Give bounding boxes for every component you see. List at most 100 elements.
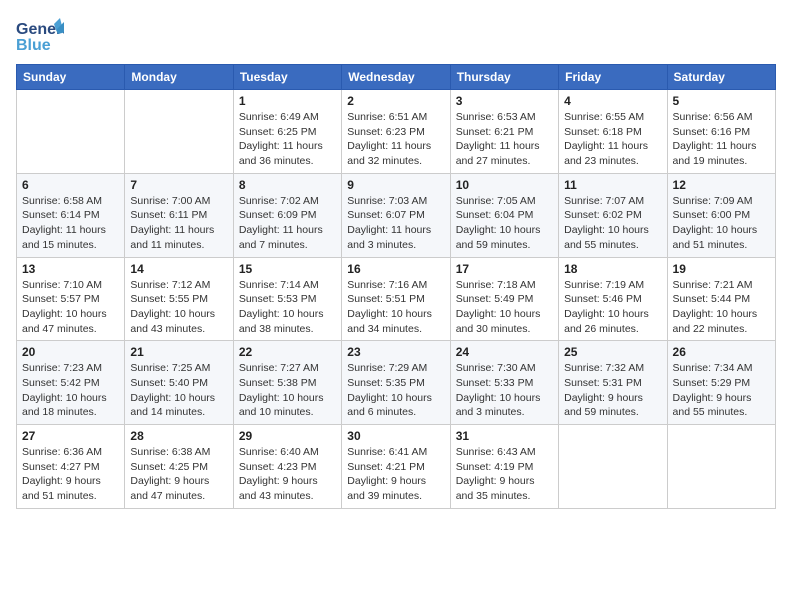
day-number: 15 [239, 262, 336, 276]
day-number: 14 [130, 262, 227, 276]
day-number: 1 [239, 94, 336, 108]
day-info: Sunrise: 6:40 AM Sunset: 4:23 PM Dayligh… [239, 445, 336, 504]
svg-text:Blue: Blue [16, 37, 51, 54]
header: General Blue [16, 16, 776, 56]
day-info: Sunrise: 7:25 AM Sunset: 5:40 PM Dayligh… [130, 361, 227, 420]
day-info: Sunrise: 6:38 AM Sunset: 4:25 PM Dayligh… [130, 445, 227, 504]
day-number: 16 [347, 262, 444, 276]
day-info: Sunrise: 7:23 AM Sunset: 5:42 PM Dayligh… [22, 361, 119, 420]
day-number: 28 [130, 429, 227, 443]
week-row-2: 6 Sunrise: 6:58 AM Sunset: 6:14 PM Daylig… [17, 173, 776, 257]
day-cell: 1 Sunrise: 6:49 AM Sunset: 6:25 PM Daylig… [233, 90, 341, 174]
day-cell: 7 Sunrise: 7:00 AM Sunset: 6:11 PM Daylig… [125, 173, 233, 257]
day-info: Sunrise: 7:00 AM Sunset: 6:11 PM Dayligh… [130, 194, 227, 253]
day-number: 31 [456, 429, 553, 443]
day-cell: 31Sunrise: 6:43 AM Sunset: 4:19 PM Dayli… [450, 425, 558, 509]
day-cell: 27Sunrise: 6:36 AM Sunset: 4:27 PM Dayli… [17, 425, 125, 509]
day-info: Sunrise: 7:18 AM Sunset: 5:49 PM Dayligh… [456, 278, 553, 337]
day-number: 2 [347, 94, 444, 108]
day-number: 4 [564, 94, 661, 108]
day-cell: 25 Sunrise: 7:32 AM Sunset: 5:31 PM Dayli… [559, 341, 667, 425]
day-number: 21 [130, 345, 227, 359]
header-sunday: Sunday [17, 65, 125, 90]
header-wednesday: Wednesday [342, 65, 450, 90]
day-number: 29 [239, 429, 336, 443]
day-number: 24 [456, 345, 553, 359]
day-info: Sunrise: 7:12 AM Sunset: 5:55 PM Dayligh… [130, 278, 227, 337]
day-number: 27 [22, 429, 119, 443]
day-number: 19 [673, 262, 770, 276]
day-info: Sunrise: 6:49 AM Sunset: 6:25 PM Dayligh… [239, 110, 336, 169]
day-cell: 17 Sunrise: 7:18 AM Sunset: 5:49 PM Dayli… [450, 257, 558, 341]
day-number: 8 [239, 178, 336, 192]
day-cell: 26Sunrise: 7:34 AM Sunset: 5:29 PM Dayli… [667, 341, 775, 425]
day-cell: 16 Sunrise: 7:16 AM Sunset: 5:51 PM Dayli… [342, 257, 450, 341]
day-number: 12 [673, 178, 770, 192]
day-cell: 6 Sunrise: 6:58 AM Sunset: 6:14 PM Daylig… [17, 173, 125, 257]
day-cell: 3Sunrise: 6:53 AM Sunset: 6:21 PM Daylig… [450, 90, 558, 174]
day-cell: 9 Sunrise: 7:03 AM Sunset: 6:07 PM Daylig… [342, 173, 450, 257]
day-number: 22 [239, 345, 336, 359]
day-number: 30 [347, 429, 444, 443]
day-cell: 12 Sunrise: 7:09 AM Sunset: 6:00 PM Dayli… [667, 173, 775, 257]
day-number: 3 [456, 94, 553, 108]
day-info: Sunrise: 6:51 AM Sunset: 6:23 PM Dayligh… [347, 110, 444, 169]
day-number: 18 [564, 262, 661, 276]
day-cell [667, 425, 775, 509]
day-cell: 29 Sunrise: 6:40 AM Sunset: 4:23 PM Dayli… [233, 425, 341, 509]
day-cell [559, 425, 667, 509]
day-info: Sunrise: 6:58 AM Sunset: 6:14 PM Dayligh… [22, 194, 119, 253]
day-number: 17 [456, 262, 553, 276]
day-info: Sunrise: 6:41 AM Sunset: 4:21 PM Dayligh… [347, 445, 444, 504]
week-row-1: 1 Sunrise: 6:49 AM Sunset: 6:25 PM Daylig… [17, 90, 776, 174]
day-cell: 28 Sunrise: 6:38 AM Sunset: 4:25 PM Dayli… [125, 425, 233, 509]
day-number: 10 [456, 178, 553, 192]
day-info: Sunrise: 7:16 AM Sunset: 5:51 PM Dayligh… [347, 278, 444, 337]
day-cell: 11 Sunrise: 7:07 AM Sunset: 6:02 PM Dayli… [559, 173, 667, 257]
header-thursday: Thursday [450, 65, 558, 90]
day-number: 9 [347, 178, 444, 192]
day-number: 7 [130, 178, 227, 192]
day-cell: 20 Sunrise: 7:23 AM Sunset: 5:42 PM Dayli… [17, 341, 125, 425]
day-cell: 23 Sunrise: 7:29 AM Sunset: 5:35 PM Dayli… [342, 341, 450, 425]
day-info: Sunrise: 7:32 AM Sunset: 5:31 PM Dayligh… [564, 361, 661, 420]
logo-icon: General Blue [16, 16, 64, 56]
day-info: Sunrise: 7:10 AM Sunset: 5:57 PM Dayligh… [22, 278, 119, 337]
day-number: 23 [347, 345, 444, 359]
day-info: Sunrise: 7:34 AM Sunset: 5:29 PM Dayligh… [673, 361, 770, 420]
day-info: Sunrise: 7:02 AM Sunset: 6:09 PM Dayligh… [239, 194, 336, 253]
day-number: 5 [673, 94, 770, 108]
day-cell: 4Sunrise: 6:55 AM Sunset: 6:18 PM Daylig… [559, 90, 667, 174]
day-cell: 5Sunrise: 6:56 AM Sunset: 6:16 PM Daylig… [667, 90, 775, 174]
day-number: 11 [564, 178, 661, 192]
day-info: Sunrise: 7:21 AM Sunset: 5:44 PM Dayligh… [673, 278, 770, 337]
header-saturday: Saturday [667, 65, 775, 90]
day-cell [125, 90, 233, 174]
day-number: 6 [22, 178, 119, 192]
day-cell: 15 Sunrise: 7:14 AM Sunset: 5:53 PM Dayli… [233, 257, 341, 341]
day-cell: 22 Sunrise: 7:27 AM Sunset: 5:38 PM Dayli… [233, 341, 341, 425]
day-number: 20 [22, 345, 119, 359]
day-info: Sunrise: 7:19 AM Sunset: 5:46 PM Dayligh… [564, 278, 661, 337]
day-cell: 8 Sunrise: 7:02 AM Sunset: 6:09 PM Daylig… [233, 173, 341, 257]
header-tuesday: Tuesday [233, 65, 341, 90]
day-cell: 30 Sunrise: 6:41 AM Sunset: 4:21 PM Dayli… [342, 425, 450, 509]
day-cell [17, 90, 125, 174]
day-info: Sunrise: 7:14 AM Sunset: 5:53 PM Dayligh… [239, 278, 336, 337]
day-cell: 21 Sunrise: 7:25 AM Sunset: 5:40 PM Dayli… [125, 341, 233, 425]
day-number: 25 [564, 345, 661, 359]
day-cell: 2 Sunrise: 6:51 AM Sunset: 6:23 PM Daylig… [342, 90, 450, 174]
day-cell: 14 Sunrise: 7:12 AM Sunset: 5:55 PM Dayli… [125, 257, 233, 341]
day-cell: 10Sunrise: 7:05 AM Sunset: 6:04 PM Dayli… [450, 173, 558, 257]
day-number: 13 [22, 262, 119, 276]
week-row-5: 27Sunrise: 6:36 AM Sunset: 4:27 PM Dayli… [17, 425, 776, 509]
day-info: Sunrise: 7:03 AM Sunset: 6:07 PM Dayligh… [347, 194, 444, 253]
day-info: Sunrise: 7:09 AM Sunset: 6:00 PM Dayligh… [673, 194, 770, 253]
day-info: Sunrise: 7:29 AM Sunset: 5:35 PM Dayligh… [347, 361, 444, 420]
day-info: Sunrise: 7:27 AM Sunset: 5:38 PM Dayligh… [239, 361, 336, 420]
day-info: Sunrise: 7:07 AM Sunset: 6:02 PM Dayligh… [564, 194, 661, 253]
day-cell: 18 Sunrise: 7:19 AM Sunset: 5:46 PM Dayli… [559, 257, 667, 341]
logo: General Blue [16, 16, 68, 56]
day-info: Sunrise: 7:30 AM Sunset: 5:33 PM Dayligh… [456, 361, 553, 420]
day-cell: 13 Sunrise: 7:10 AM Sunset: 5:57 PM Dayli… [17, 257, 125, 341]
